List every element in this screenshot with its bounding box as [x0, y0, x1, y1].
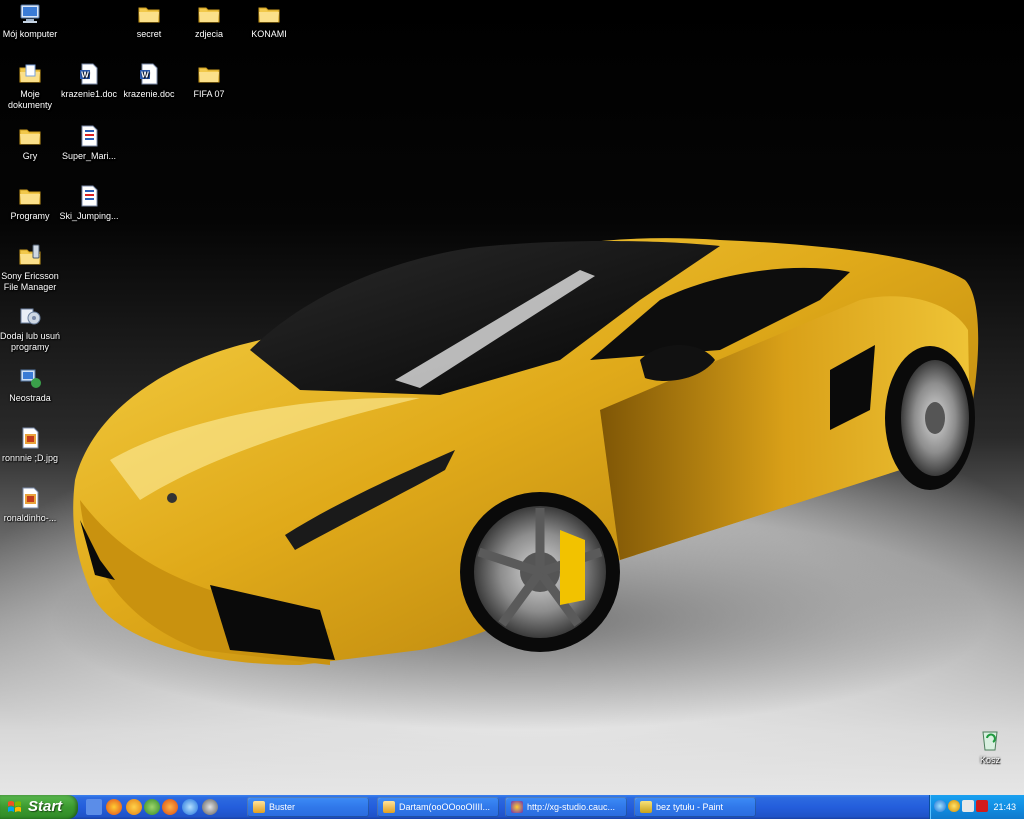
folder-icon [137, 2, 161, 26]
svg-text:W: W [141, 71, 149, 80]
taskbar-button-2[interactable]: Dartam(ooOOooOIIII... [377, 797, 499, 817]
taskbar-button-1[interactable]: Buster [247, 797, 369, 817]
media-icon[interactable] [126, 799, 142, 815]
desktop-icon-label: Programy [10, 211, 50, 221]
taskbar-button-label: http://xg-studio.cauc... [527, 802, 616, 812]
desktop-icon-super-mario[interactable]: Super_Mari... [57, 124, 121, 162]
word-document-icon: W [77, 62, 101, 86]
image-file-icon [18, 486, 42, 510]
antivirus-tray-icon[interactable] [976, 800, 988, 812]
taskbar-button-label: Dartam(ooOOooOIIII... [399, 802, 491, 812]
desktop-icon-ski-jumping[interactable]: Ski_Jumping... [57, 184, 121, 222]
phone-folder-icon [18, 244, 42, 268]
taskbar-button-4[interactable]: bez tytułu - Paint [634, 797, 756, 817]
ie-icon[interactable] [182, 799, 198, 815]
desktop-icon-label: Mój komputer [2, 29, 58, 39]
taskbar-button-3[interactable]: http://xg-studio.cauc... [505, 797, 627, 817]
show-desktop-icon[interactable] [86, 799, 102, 815]
desktop-icon-ronnie[interactable]: ronnnie ;D.jpg [0, 426, 62, 464]
folder-icon [197, 2, 221, 26]
network-icon [18, 366, 42, 390]
desktop-icon-zdjecia[interactable]: zdjecia [177, 2, 241, 40]
add-remove-programs-icon [18, 304, 42, 328]
desktop[interactable]: Mój komputer secret zdjecia KONAMI Moje doku… [0, 0, 1024, 795]
folder-icon [257, 2, 281, 26]
desktop-icon-my-documents[interactable]: Moje dokumenty [0, 62, 62, 111]
start-button[interactable]: Start [0, 795, 78, 819]
folder-icon [18, 124, 42, 148]
media-player-icon[interactable] [202, 799, 218, 815]
desktop-icon-programy[interactable]: Programy [0, 184, 62, 222]
clock: 21:43 [993, 802, 1016, 812]
desktop-icon-label: Kosz [979, 755, 1000, 765]
mail-icon [383, 801, 395, 813]
paint-icon [640, 801, 652, 813]
svg-text:W: W [81, 71, 89, 80]
desktop-icon-label: Sony Ericsson File Manager [1, 271, 59, 292]
desktop-icon-label: ronnnie ;D.jpg [1, 453, 59, 463]
start-label: Start [28, 798, 63, 815]
shortcut-icon [77, 124, 101, 148]
desktop-icon-label: zdjecia [194, 29, 223, 39]
desktop-icon-label: krazenie1.doc [60, 89, 118, 99]
browser-icon[interactable] [106, 799, 122, 815]
desktop-icon-label: Neostrada [9, 393, 51, 403]
desktop-icon-gry[interactable]: Gry [0, 124, 62, 162]
windows-logo-icon [8, 801, 21, 813]
desktop-icon-label: Super_Mari... [61, 151, 117, 161]
system-tray: 21:43 [929, 795, 1024, 819]
taskbar-button-label: bez tytułu - Paint [656, 802, 724, 812]
computer-icon [18, 2, 42, 26]
folder-icon [197, 62, 221, 86]
desktop-icon-label: secret [136, 29, 162, 39]
shortcut-icon [77, 184, 101, 208]
desktop-icon-label: Gry [22, 151, 38, 161]
desktop-icon-konami[interactable]: KONAMI [237, 2, 301, 40]
desktop-icon-label: krazenie.doc [123, 89, 175, 99]
image-file-icon [18, 426, 42, 450]
desktop-icon-sony-ericsson[interactable]: Sony Ericsson File Manager [0, 244, 62, 293]
desktop-icon-label: Moje dokumenty [7, 89, 53, 110]
desktop-icon-neostrada[interactable]: Neostrada [0, 366, 62, 404]
security-tray-icon[interactable] [948, 800, 960, 812]
network-tray-icon[interactable] [934, 800, 946, 812]
taskbar: Start Buster Dartam(ooOOooOIIII... http://… [0, 795, 1024, 819]
wallpaper-car-image [50, 238, 990, 730]
volume-tray-icon[interactable] [962, 800, 974, 812]
desktop-icon-add-remove[interactable]: Dodaj lub usuń programy [0, 304, 62, 353]
desktop-icon-label: KONAMI [251, 29, 287, 39]
desktop-icon-secret[interactable]: secret [117, 2, 181, 40]
messenger-icon[interactable] [144, 799, 160, 815]
desktop-icon-krazenie[interactable]: Wkrazenie.doc [117, 62, 181, 100]
folder-icon [18, 184, 42, 208]
documents-folder-icon [18, 62, 42, 86]
taskbar-button-label: Buster [269, 802, 296, 812]
desktop-icon-label: Dodaj lub usuń programy [0, 331, 61, 352]
desktop-icon-my-computer[interactable]: Mój komputer [0, 2, 62, 40]
desktop-icon-label: FIFA 07 [193, 89, 225, 99]
desktop-icon-label: Ski_Jumping... [59, 211, 119, 221]
word-document-icon: W [137, 62, 161, 86]
mail-icon [253, 801, 265, 813]
desktop-icon-krazenie1[interactable]: Wkrazenie1.doc [57, 62, 121, 100]
browser-icon [511, 801, 523, 813]
firefox-icon[interactable] [162, 799, 178, 815]
desktop-icon-ronaldinho[interactable]: ronaldinho-... [0, 486, 62, 524]
recycle-bin-icon [978, 728, 1002, 752]
desktop-icon-label: ronaldinho-... [3, 513, 57, 523]
desktop-icon-fifa07[interactable]: FIFA 07 [177, 62, 241, 100]
desktop-icon-recycle-bin[interactable]: Kosz [958, 728, 1022, 766]
